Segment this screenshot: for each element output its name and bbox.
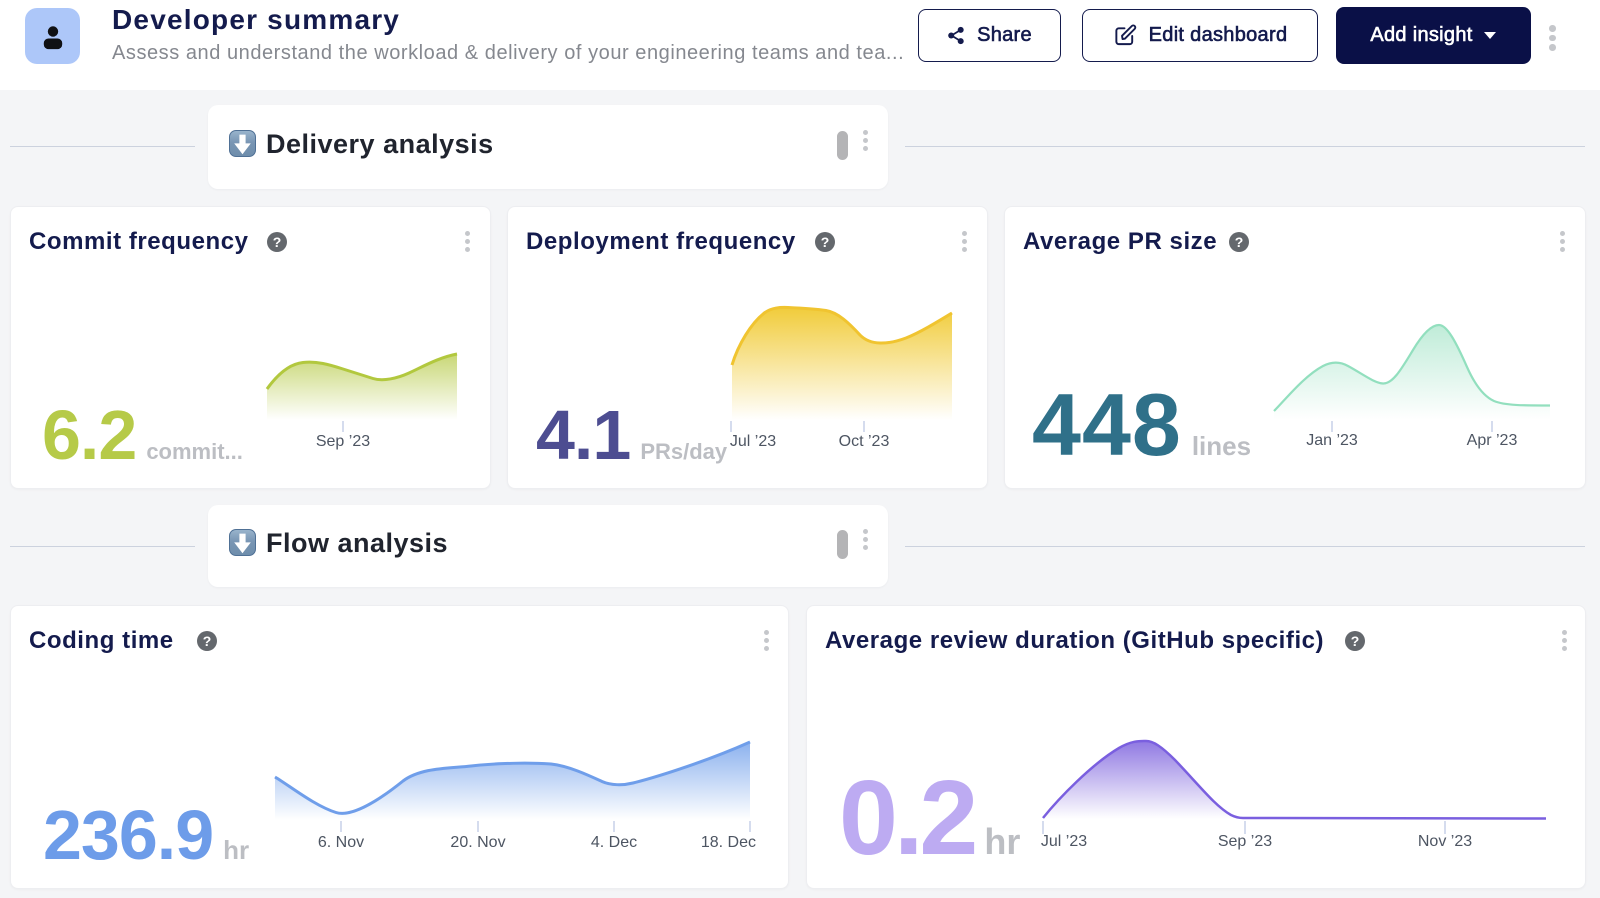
svg-text:18. Dec: 18. Dec [701, 834, 756, 851]
svg-text:Sep ’23: Sep ’23 [1218, 833, 1272, 850]
svg-text:4. Dec: 4. Dec [591, 834, 637, 851]
svg-text:Sep ’23: Sep ’23 [316, 433, 370, 450]
svg-text:Nov ’23: Nov ’23 [1418, 833, 1472, 850]
svg-text:Apr ’23: Apr ’23 [1467, 432, 1518, 449]
svg-text:Jul ’23: Jul ’23 [1041, 833, 1087, 850]
svg-text:Oct ’23: Oct ’23 [839, 433, 890, 450]
svg-text:Jan ’23: Jan ’23 [1306, 432, 1358, 449]
svg-text:6. Nov: 6. Nov [318, 834, 364, 851]
svg-text:Jul ’23: Jul ’23 [730, 433, 776, 450]
svg-text:20. Nov: 20. Nov [450, 834, 505, 851]
